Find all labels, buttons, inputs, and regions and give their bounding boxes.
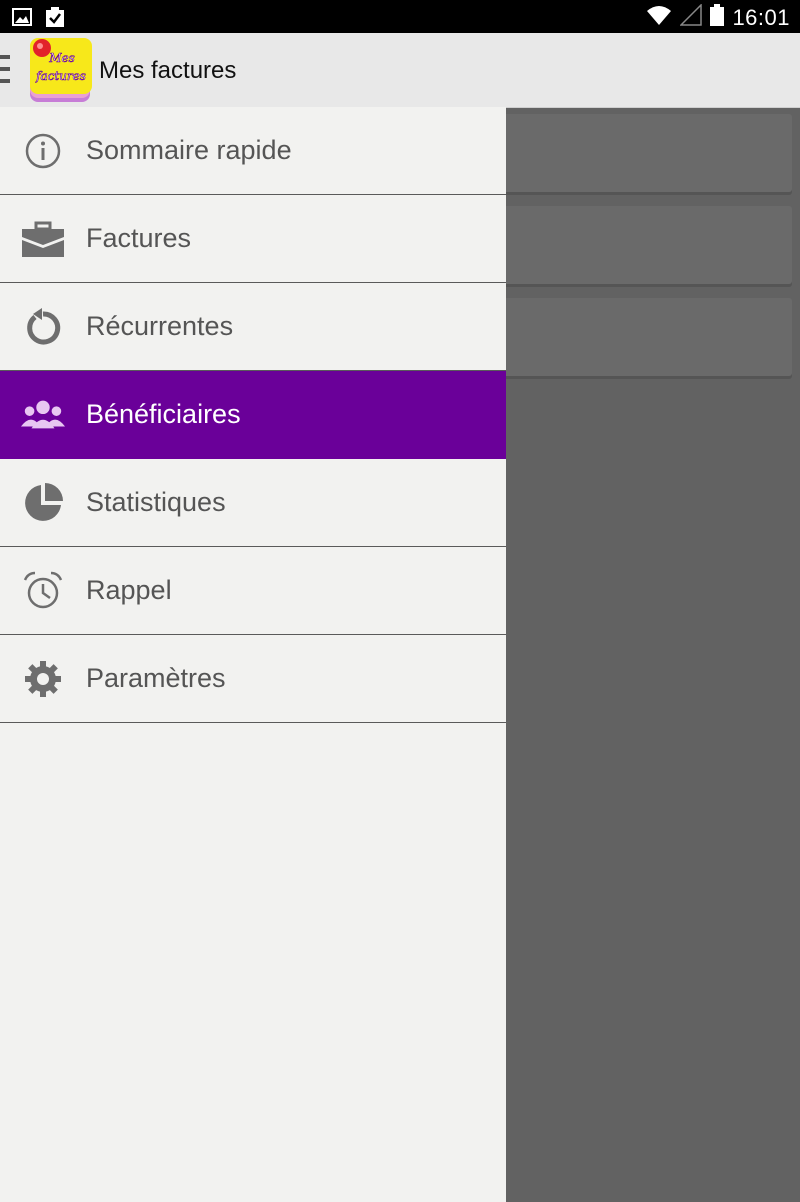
wifi-icon [646, 4, 672, 31]
drawer-item-beneficiaires[interactable]: Bénéficiaires [0, 371, 506, 459]
drawer-item-recurrentes[interactable]: Récurrentes [0, 283, 506, 371]
drawer-item-label: Sommaire rapide [86, 135, 292, 165]
drawer-item-sommaire-rapide[interactable]: Sommaire rapide [0, 107, 506, 195]
background-card [496, 114, 792, 192]
background-card [496, 298, 792, 376]
drawer-item-label: Bénéficiaires [86, 399, 241, 429]
status-time: 16:01 [732, 4, 790, 30]
drawer-item-label: Factures [86, 223, 192, 253]
image-icon [12, 8, 32, 31]
briefcase-icon [20, 216, 66, 262]
gear-icon [20, 656, 66, 702]
refresh-icon [20, 304, 66, 350]
app-logo[interactable]: Mes factures [28, 38, 92, 102]
action-bar: Mes factures Mes factures [0, 33, 800, 108]
background-card [496, 206, 792, 284]
drawer-item-label: Récurrentes [86, 311, 234, 341]
battery-icon [710, 4, 725, 31]
svg-text:Mes: Mes [48, 51, 75, 65]
drawer-item-factures[interactable]: Factures [0, 195, 506, 283]
status-bar: 16:01 [0, 0, 800, 33]
people-icon [20, 392, 66, 438]
alarm-icon [20, 568, 66, 614]
info-icon [20, 128, 66, 174]
drawer-item-statistiques[interactable]: Statistiques [0, 459, 506, 547]
drawer-item-rappel[interactable]: Rappel [0, 547, 506, 635]
drawer-item-label: Paramètres [86, 663, 226, 693]
drawer-item-label: Statistiques [86, 487, 226, 517]
signal-icon [679, 3, 703, 31]
drawer-item-label: Rappel [86, 575, 172, 605]
pie-chart-icon [20, 480, 66, 526]
menu-icon[interactable] [0, 55, 10, 85]
app-title: Mes factures [99, 57, 237, 84]
svg-text:factures: factures [35, 69, 86, 83]
drawer-item-parametres[interactable]: Paramètres [0, 635, 506, 723]
navigation-drawer: Sommaire rapide Factures Récurrentes Bén… [0, 107, 506, 1202]
clipboard-check-icon [44, 6, 66, 33]
